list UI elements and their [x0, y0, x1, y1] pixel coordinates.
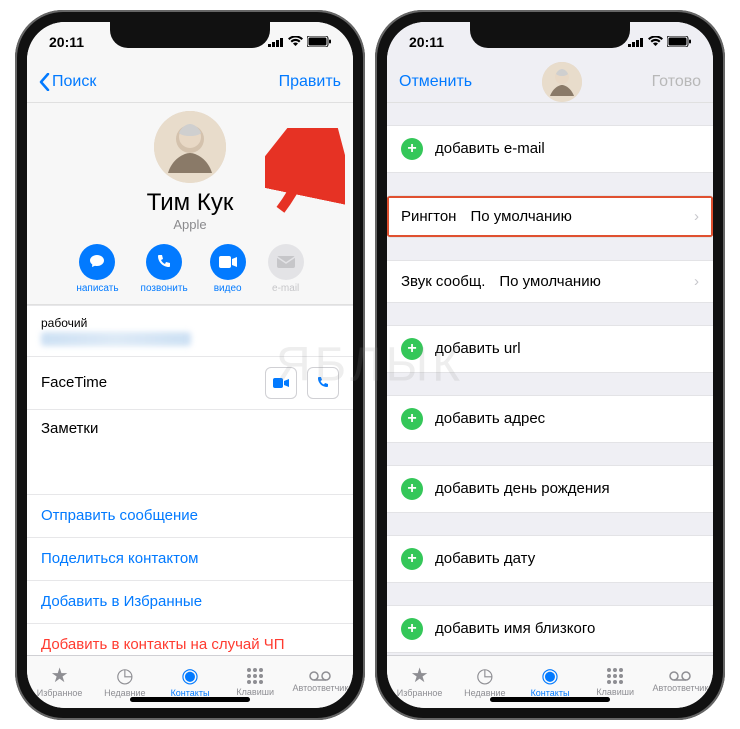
send-message-link[interactable]: Отправить сообщение: [27, 494, 353, 537]
notch: [470, 22, 630, 48]
video-icon: [210, 244, 246, 280]
voicemail-icon: [669, 671, 691, 681]
edit-button[interactable]: Править: [279, 73, 341, 91]
tab-voicemail[interactable]: Автоответчик: [288, 656, 353, 708]
contact-icon: ◉: [181, 666, 198, 686]
clock-icon: ◷: [116, 666, 133, 686]
back-label: Поиск: [52, 73, 96, 91]
plus-icon: +: [401, 548, 423, 570]
facetime-video-button[interactable]: [265, 367, 297, 399]
text-tone-key: Звук сообщ.: [401, 273, 485, 290]
ringtone-row[interactable]: Рингтон По умолчанию ›: [387, 195, 713, 238]
wifi-icon: [648, 36, 663, 47]
plus-icon: +: [401, 478, 423, 500]
keypad-icon: [606, 667, 624, 685]
star-icon: ★: [51, 666, 69, 686]
add-email-label: добавить e-mail: [435, 140, 545, 157]
message-label: написать: [76, 283, 118, 294]
call-label: позвонить: [141, 283, 188, 294]
wifi-icon: [288, 36, 303, 47]
text-tone-value: По умолчанию: [499, 273, 600, 290]
mail-icon: [268, 244, 304, 280]
keypad-icon: [246, 667, 264, 685]
contact-icon: ◉: [541, 666, 558, 686]
phone-icon: [146, 244, 182, 280]
home-indicator[interactable]: [130, 697, 250, 702]
phone-row[interactable]: рабочий: [27, 305, 353, 356]
contact-content: Тим Кук Apple написать позвонить: [27, 103, 353, 655]
cancel-button[interactable]: Отменить: [399, 73, 472, 91]
add-related-label: добавить имя близкого: [435, 620, 595, 637]
text-tone-row[interactable]: Звук сообщ. По умолчанию ›: [387, 260, 713, 303]
status-time: 20:11: [49, 34, 84, 50]
add-date-label: добавить дату: [435, 550, 535, 567]
facetime-row[interactable]: FaceTime: [27, 356, 353, 409]
plus-icon: +: [401, 138, 423, 160]
ringtone-value: По умолчанию: [470, 208, 571, 225]
phone-label: рабочий: [41, 316, 87, 330]
contact-name: Тим Кук: [147, 189, 234, 217]
add-favorites-link[interactable]: Добавить в Избранные: [27, 580, 353, 623]
tab-favorites[interactable]: ★Избранное: [27, 656, 92, 708]
share-contact-link[interactable]: Поделиться контактом: [27, 537, 353, 580]
add-url-label: добавить url: [435, 340, 521, 357]
back-button[interactable]: Поиск: [39, 73, 96, 91]
message-icon: [79, 244, 115, 280]
signal-icon: [268, 37, 284, 47]
notes-label: Заметки: [41, 420, 98, 437]
call-action[interactable]: позвонить: [141, 244, 188, 294]
add-email-row[interactable]: + добавить e-mail: [387, 125, 713, 173]
add-related-row[interactable]: + добавить имя близкого: [387, 605, 713, 653]
ringtone-key: Рингтон: [401, 208, 456, 225]
home-indicator[interactable]: [490, 697, 610, 702]
star-icon: ★: [411, 666, 429, 686]
add-address-row[interactable]: + добавить адрес: [387, 395, 713, 443]
emergency-link[interactable]: Добавить в контакты на случай ЧП: [27, 623, 353, 655]
add-url-row[interactable]: + добавить url: [387, 325, 713, 373]
facetime-label: FaceTime: [41, 374, 107, 391]
action-buttons: написать позвонить видео e-mail: [76, 244, 303, 294]
nav-bar: Поиск Править: [27, 62, 353, 103]
video-label: видео: [214, 283, 242, 294]
tab-voicemail[interactable]: Автоответчик: [648, 656, 713, 708]
clock-icon: ◷: [476, 666, 493, 686]
chevron-right-icon: ›: [694, 273, 699, 290]
notch: [110, 22, 270, 48]
avatar-small[interactable]: [542, 62, 582, 102]
add-birthday-label: добавить день рождения: [435, 480, 610, 497]
signal-icon: [628, 37, 644, 47]
chevron-left-icon: [39, 73, 50, 91]
status-icons: [268, 36, 331, 47]
battery-icon: [667, 36, 691, 47]
avatar[interactable]: [154, 111, 226, 183]
voicemail-icon: [309, 671, 331, 681]
message-action[interactable]: написать: [76, 244, 118, 294]
done-button[interactable]: Готово: [652, 73, 701, 91]
plus-icon: +: [401, 618, 423, 640]
add-address-label: добавить адрес: [435, 410, 545, 427]
edit-content: + добавить e-mail Рингтон По умолчанию ›…: [387, 103, 713, 655]
add-birthday-row[interactable]: + добавить день рождения: [387, 465, 713, 513]
facetime-audio-button[interactable]: [307, 367, 339, 399]
nav-bar: Отменить Готово: [387, 62, 713, 103]
mail-label: e-mail: [272, 283, 299, 294]
status-time: 20:11: [409, 34, 444, 50]
battery-icon: [307, 36, 331, 47]
video-action[interactable]: видео: [210, 244, 246, 294]
notes-row[interactable]: Заметки: [27, 409, 353, 470]
add-date-row[interactable]: + добавить дату: [387, 535, 713, 583]
phone-right: 20:11 Отменить Готово + добавить e-mail: [375, 10, 725, 720]
contact-header: Тим Кук Apple написать позвонить: [27, 103, 353, 305]
chevron-right-icon: ›: [694, 208, 699, 225]
mail-action[interactable]: e-mail: [268, 244, 304, 294]
plus-icon: +: [401, 338, 423, 360]
plus-icon: +: [401, 408, 423, 430]
status-icons: [628, 36, 691, 47]
phone-number-blurred: [41, 332, 191, 346]
tab-favorites[interactable]: ★Избранное: [387, 656, 452, 708]
contact-company: Apple: [173, 217, 206, 232]
phone-left: 20:11 Поиск Править: [15, 10, 365, 720]
